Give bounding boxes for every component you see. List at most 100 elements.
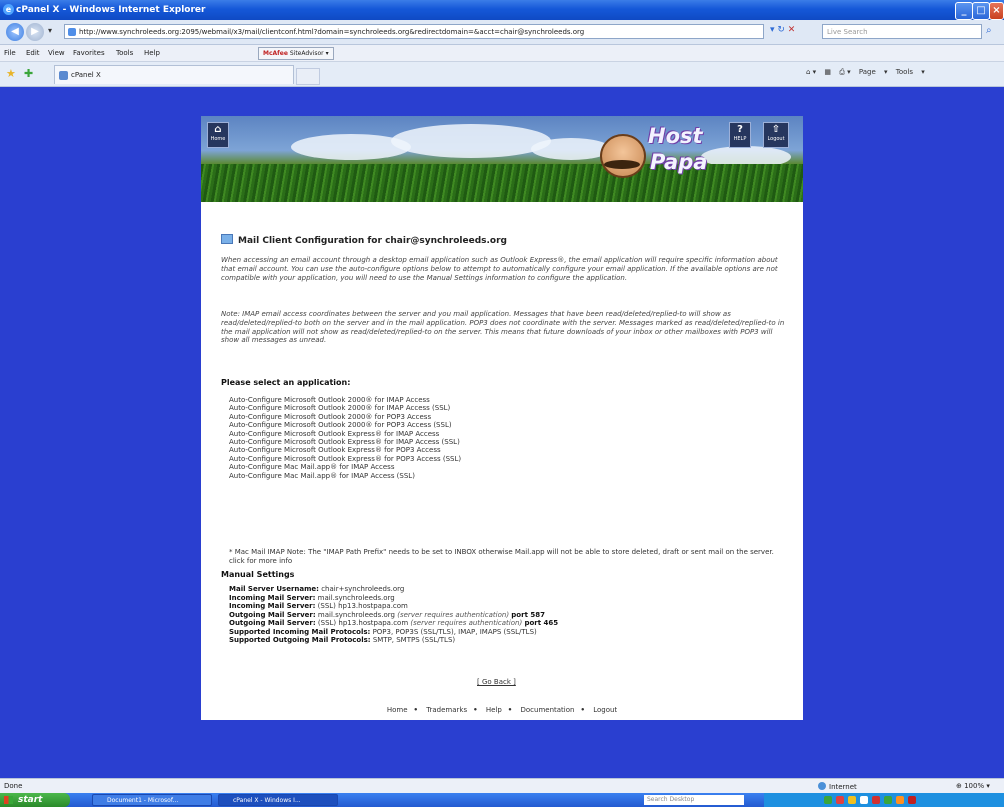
taskbar-item-ie[interactable]: cPanel X - Windows I...: [218, 794, 338, 806]
menu-view[interactable]: View: [48, 49, 65, 57]
imap-note-paragraph: Note: IMAP email access coordinates betw…: [221, 310, 785, 345]
security-zone: Internet: [818, 782, 857, 791]
help-button[interactable]: ? HELP: [729, 122, 751, 148]
app-link[interactable]: Auto-Configure Microsoft Outlook 2000® f…: [229, 396, 461, 404]
setting-row: Supported Outgoing Mail Protocols: SMTP,…: [229, 636, 558, 645]
tray-icon[interactable]: [896, 796, 904, 804]
zoom-value: 100%: [964, 782, 985, 790]
footer-link-help[interactable]: Help: [486, 706, 502, 714]
new-tab-button[interactable]: [296, 68, 320, 85]
app-link[interactable]: Auto-Configure Microsoft Outlook Express…: [229, 430, 461, 438]
setting-label: Supported Outgoing Mail Protocols:: [229, 636, 371, 644]
start-label: start: [18, 795, 43, 805]
cpanel-page: ⌂ Home ? HELP ⇧ Logout Host Papa Mail Clien…: [201, 116, 803, 720]
page-menu[interactable]: Page ▾: [859, 68, 888, 76]
go-back-link[interactable]: [ Go Back ]: [477, 678, 516, 686]
menu-bar: File Edit View Favorites Tools Help McAf…: [0, 45, 1004, 62]
tools-menu[interactable]: Tools ▾: [896, 68, 925, 76]
maximize-button[interactable]: □: [972, 2, 990, 20]
tools-menu-label: Tools: [895, 68, 914, 76]
back-arrow-icon[interactable]: ◀: [6, 23, 24, 41]
address-actions[interactable]: ▾ ↻ ✕: [770, 25, 795, 35]
page-title: Mail Client Configuration for chair@sync…: [221, 234, 507, 246]
tray-icon[interactable]: [824, 796, 832, 804]
home-button[interactable]: ⌂ Home: [207, 122, 229, 148]
print-icon[interactable]: ⎙ ▾: [839, 68, 850, 76]
address-input[interactable]: http://www.synchroleeds.org:2095/webmail…: [64, 24, 764, 39]
app-link[interactable]: Auto-Configure Mac Mail.app® for IMAP Ac…: [229, 463, 461, 471]
setting-value: mail.synchroleeds.org: [317, 593, 395, 602]
tray-icon[interactable]: [884, 796, 892, 804]
app-link[interactable]: Auto-Configure Microsoft Outlook 2000® f…: [229, 413, 461, 421]
tab-bar: ★ ✚ cPanel X ⌂ ▾ ▦ ⎙ ▾ Page ▾ Tools ▾: [0, 62, 1004, 87]
select-app-heading: Please select an application:: [221, 378, 351, 387]
taskbar-item-word[interactable]: Document1 - Microsof...: [92, 794, 212, 806]
favorites-star-icon[interactable]: ★: [6, 67, 16, 80]
zoom-level[interactable]: ⊕ 100% ▾: [956, 782, 990, 790]
setting-value: (SSL) hp13.hostpapa.com: [317, 602, 408, 610]
tray-icon[interactable]: [848, 796, 856, 804]
cloud: [391, 124, 551, 158]
cpanel-tab-icon: [59, 71, 68, 80]
forward-arrow-icon[interactable]: ▶: [26, 23, 44, 41]
ie-icon: e: [3, 4, 14, 15]
setting-value: SMTP, SMTPS (SSL/TLS): [372, 636, 456, 644]
app-link[interactable]: Auto-Configure Microsoft Outlook Express…: [229, 455, 461, 463]
window-titlebar: e cPanel X - Windows Internet Explorer _…: [0, 0, 1004, 20]
manual-settings-heading: Manual Settings: [221, 570, 295, 579]
menu-favorites[interactable]: Favorites: [73, 49, 105, 57]
menu-edit[interactable]: Edit: [26, 49, 40, 57]
app-link[interactable]: Auto-Configure Microsoft Outlook Express…: [229, 438, 461, 446]
footer-nav: Home • Trademarks • Help • Documentation • L…: [201, 706, 803, 714]
footer-link-documentation[interactable]: Documentation: [521, 706, 575, 714]
status-text: Done: [4, 782, 23, 790]
mascot-face: [600, 134, 646, 178]
close-button[interactable]: ×: [989, 2, 1004, 20]
setting-row: Incoming Mail Server: (SSL) hp13.hostpap…: [229, 602, 558, 611]
minimize-button[interactable]: _: [955, 2, 973, 20]
app-link[interactable]: Auto-Configure Microsoft Outlook 2000® f…: [229, 421, 461, 429]
footer-separator: •: [580, 706, 585, 714]
footer-link-logout[interactable]: Logout: [593, 706, 617, 714]
setting-row: Outgoing Mail Server: mail.synchroleeds.…: [229, 611, 558, 620]
search-icon[interactable]: ⌕: [986, 25, 992, 36]
logo-host-text: Host: [648, 124, 703, 148]
mac-mail-note[interactable]: * Mac Mail IMAP Note: The "IMAP Path Pre…: [229, 548, 789, 567]
hostpapa-banner: ⌂ Home ? HELP ⇧ Logout Host Papa: [201, 116, 803, 202]
setting-auth-note: (server requires authentication): [410, 619, 523, 627]
tray-icon[interactable]: [860, 796, 868, 804]
add-favorites-icon[interactable]: ✚: [24, 67, 33, 80]
mcafee-siteadvisor-button[interactable]: McAfee SiteAdvisor ▾: [258, 47, 334, 60]
command-bar: ⌂ ▾ ▦ ⎙ ▾ Page ▾ Tools ▾: [806, 68, 931, 77]
globe-icon: [818, 782, 826, 790]
start-button[interactable]: start: [0, 793, 70, 807]
intro-paragraph: When accessing an email account through …: [221, 256, 778, 282]
app-link[interactable]: Auto-Configure Microsoft Outlook 2000® f…: [229, 404, 461, 412]
menu-tools[interactable]: Tools: [116, 49, 133, 57]
system-tray: Search Desktop: [644, 793, 1004, 807]
setting-row: Outgoing Mail Server: (SSL) hp13.hostpap…: [229, 619, 558, 628]
recent-pages-dropdown-icon[interactable]: ▾: [48, 26, 52, 35]
menu-file[interactable]: File: [4, 49, 16, 57]
feeds-icon[interactable]: ▦: [824, 68, 831, 76]
app-link[interactable]: Auto-Configure Microsoft Outlook Express…: [229, 446, 461, 454]
home-icon[interactable]: ⌂ ▾: [806, 68, 816, 76]
hostpapa-logo: Host Papa: [586, 122, 707, 178]
menu-help[interactable]: Help: [144, 49, 160, 57]
tab-cpanel[interactable]: cPanel X: [54, 65, 294, 84]
tray-icon[interactable]: [836, 796, 844, 804]
logout-button[interactable]: ⇧ Logout: [763, 122, 789, 148]
manual-settings: Mail Server Username: chair+synchroleeds…: [229, 585, 558, 645]
home-icon: ⌂: [214, 124, 222, 135]
footer-link-home[interactable]: Home: [387, 706, 408, 714]
logout-label: Logout: [767, 136, 785, 142]
tray-icon[interactable]: [908, 796, 916, 804]
setting-label: Incoming Mail Server:: [229, 602, 316, 610]
tray-icon[interactable]: [872, 796, 880, 804]
zone-label: Internet: [829, 783, 857, 791]
app-link[interactable]: Auto-Configure Mac Mail.app® for IMAP Ac…: [229, 472, 461, 480]
grass: [201, 164, 803, 202]
desktop-search-input[interactable]: Search Desktop: [644, 795, 744, 805]
footer-link-trademarks[interactable]: Trademarks: [426, 706, 467, 714]
live-search-input[interactable]: Live Search: [822, 24, 982, 39]
